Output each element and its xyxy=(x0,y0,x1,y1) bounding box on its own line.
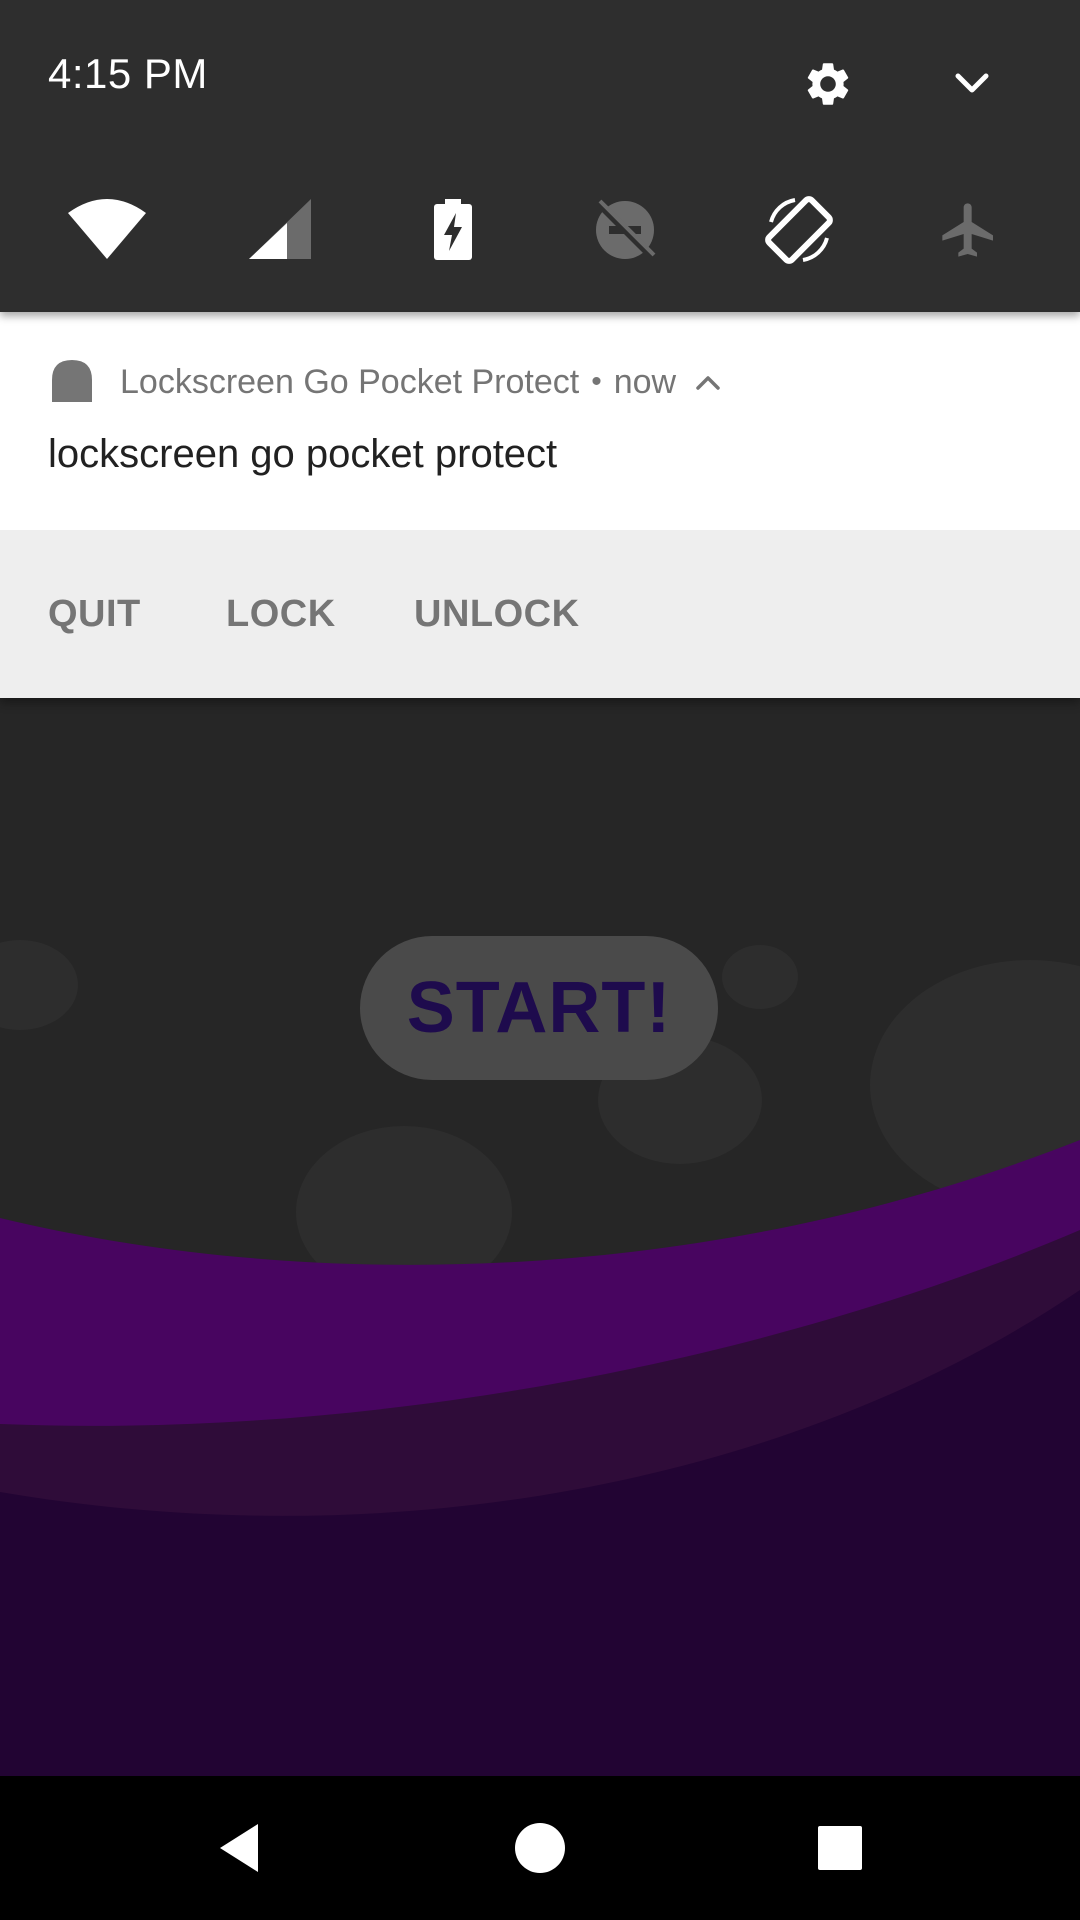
home-icon[interactable] xyxy=(504,1812,576,1884)
app-notification-icon xyxy=(52,360,92,402)
notification-card[interactable]: Lockscreen Go Pocket Protect • now locks… xyxy=(0,312,1080,698)
notification-time: now xyxy=(613,362,677,401)
do-not-disturb-icon[interactable] xyxy=(580,190,670,270)
cellular-signal-icon[interactable] xyxy=(236,190,326,270)
quick-settings-tiles xyxy=(0,190,1080,270)
status-time: 4:15 PM xyxy=(48,50,208,97)
notification-body[interactable]: Lockscreen Go Pocket Protect • now locks… xyxy=(0,312,1080,530)
notification-separator: • xyxy=(591,365,602,398)
wifi-icon[interactable] xyxy=(62,190,152,270)
airplane-mode-icon[interactable] xyxy=(924,190,1014,270)
recents-icon[interactable] xyxy=(804,1812,876,1884)
battery-saver-icon[interactable] xyxy=(408,190,498,270)
notification-text: lockscreen go pocket protect xyxy=(48,432,558,476)
auto-rotate-icon[interactable] xyxy=(754,190,844,270)
bubble-decoration xyxy=(722,945,798,1009)
collapse-chevron-up-icon[interactable] xyxy=(694,372,722,392)
start-button[interactable]: START! xyxy=(360,936,718,1080)
notification-app-name: Lockscreen Go Pocket Protect xyxy=(120,362,580,401)
navigation-bar xyxy=(0,1776,1080,1920)
back-icon[interactable] xyxy=(204,1812,276,1884)
unlock-button[interactable]: UNLOCK xyxy=(414,530,580,698)
quit-button[interactable]: QUIT xyxy=(48,530,141,698)
settings-gear-icon[interactable] xyxy=(802,58,854,110)
notification-actions: QUIT LOCK UNLOCK xyxy=(0,530,1080,698)
notification-header: Lockscreen Go Pocket Protect • now xyxy=(48,358,722,406)
lock-button[interactable]: LOCK xyxy=(226,530,336,698)
quick-settings-panel: 4:15 PM xyxy=(0,0,1080,312)
expand-chevron-down-icon[interactable] xyxy=(948,66,996,102)
